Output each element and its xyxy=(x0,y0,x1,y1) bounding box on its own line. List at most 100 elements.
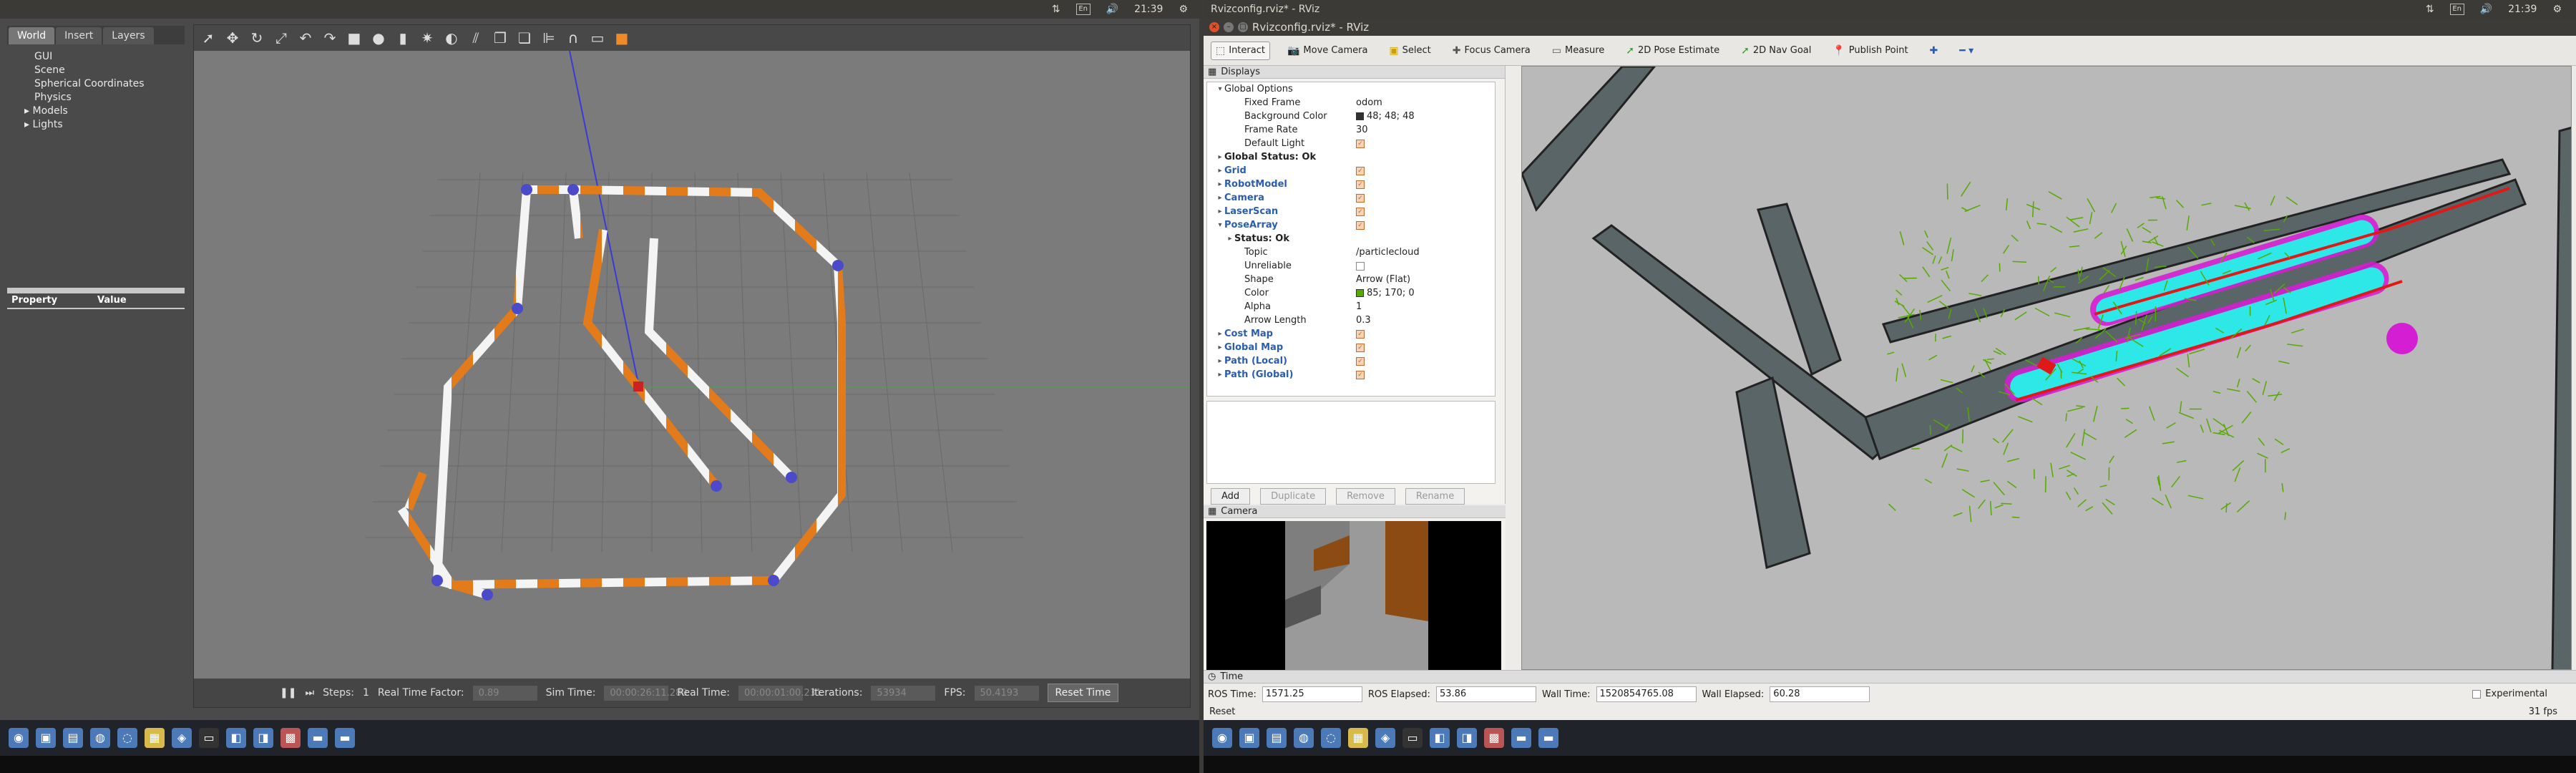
unreliable-checkbox[interactable] xyxy=(1356,261,1365,271)
copy-icon[interactable]: ❐ xyxy=(492,29,509,47)
mesh-icon[interactable]: ▭ xyxy=(589,29,606,47)
duplicate-button[interactable]: Duplicate xyxy=(1260,488,1327,505)
display-row[interactable]: ▸ Grid ✓ xyxy=(1207,164,1495,178)
expand-arrow-icon[interactable]: ▸ xyxy=(1216,341,1224,354)
wall-elapsed-field[interactable]: 60.28 xyxy=(1770,686,1870,702)
expand-arrow-icon[interactable]: ▸ xyxy=(1216,191,1224,205)
tree-item-spherical-coordinates[interactable]: Spherical Coordinates xyxy=(17,77,175,91)
volume-icon[interactable]: 🔊 xyxy=(2480,4,2492,15)
tool-menu-button[interactable]: ━ ▾ xyxy=(1955,42,1978,59)
display-value[interactable]: odom xyxy=(1356,96,1382,110)
display-row[interactable]: Arrow Length 0.3 xyxy=(1207,313,1495,327)
enabled-checkbox[interactable]: ✓ xyxy=(1356,207,1365,216)
app-icon[interactable]: ▩ xyxy=(280,728,301,748)
menu-icon[interactable]: ◉ xyxy=(9,728,29,748)
display-row[interactable]: Color 85; 170; 0 xyxy=(1207,286,1495,300)
minimize-icon[interactable]: – xyxy=(1224,22,1234,32)
display-row[interactable]: ▸ Cost Map ✓ xyxy=(1207,327,1495,341)
clock[interactable]: 21:39 xyxy=(2508,4,2537,15)
gazebo-3d-view[interactable]: ➚ ✥ ↻ ⤢ ↶ ↷ ■ ● ▮ ✷ ◐ ⫽ ❐ ❏ ⊫ ∩ ▭ ■ ❚❚ ⏭… xyxy=(193,24,1191,708)
move-camera-tool[interactable]: 📷 Move Camera xyxy=(1283,42,1372,59)
publish-point-tool[interactable]: 📍 Publish Point xyxy=(1828,42,1912,59)
select-arrow-icon[interactable]: ➚ xyxy=(200,29,217,47)
pose-estimate-tool[interactable]: ➚ 2D Pose Estimate xyxy=(1621,42,1724,59)
display-row[interactable]: Fixed Frame odom xyxy=(1207,96,1495,110)
enabled-checkbox[interactable]: ✓ xyxy=(1356,356,1365,366)
app-icon[interactable]: ▦ xyxy=(1348,728,1368,748)
wall-time-field[interactable]: 1520854765.08 xyxy=(1596,686,1697,702)
app-icon[interactable]: ◌ xyxy=(117,728,137,748)
browser-icon[interactable]: ◍ xyxy=(1294,728,1314,748)
display-row[interactable]: ▸ Camera ✓ xyxy=(1207,191,1495,205)
tab-insert[interactable]: Insert xyxy=(56,27,102,44)
undo-icon[interactable]: ↶ xyxy=(297,29,314,47)
expand-arrow-icon[interactable]: ▸ xyxy=(24,105,32,117)
display-row[interactable]: Unreliable xyxy=(1207,259,1495,273)
app-icon[interactable]: ◧ xyxy=(226,728,246,748)
pause-icon[interactable]: ❚❚ xyxy=(280,687,296,699)
add-tool-button[interactable]: ✚ xyxy=(1926,42,1943,59)
ros-elapsed-field[interactable]: 53.86 xyxy=(1435,686,1536,702)
browser-icon[interactable]: ◍ xyxy=(90,728,110,748)
terminal-icon[interactable]: ▭ xyxy=(199,728,219,748)
paste-icon[interactable]: ❏ xyxy=(516,29,533,47)
expand-arrow-icon[interactable]: ▸ xyxy=(24,119,32,130)
experimental-checkbox[interactable] xyxy=(2472,689,2482,699)
app-icon[interactable]: ◨ xyxy=(1457,728,1477,748)
spot-light-icon[interactable]: ◐ xyxy=(443,29,460,47)
settings-gear-icon[interactable]: ⚙ xyxy=(1179,4,1188,15)
scale-icon[interactable]: ⤢ xyxy=(273,29,290,47)
interact-tool[interactable]: ⬚ Interact xyxy=(1211,41,1270,60)
enabled-checkbox[interactable]: ✓ xyxy=(1356,370,1365,379)
tree-item-lights[interactable]: ▸ Lights xyxy=(17,118,175,132)
color-swatch[interactable] xyxy=(1356,112,1364,120)
reset-button[interactable]: Reset xyxy=(1209,706,1235,717)
enabled-checkbox[interactable]: ✓ xyxy=(1356,180,1365,189)
display-row[interactable]: ▸ Global Map ✓ xyxy=(1207,341,1495,354)
display-row[interactable]: ▸ LaserScan ✓ xyxy=(1207,205,1495,218)
app-icon[interactable]: ▦ xyxy=(145,728,165,748)
gazebo-scene[interactable] xyxy=(194,51,1190,681)
keyboard-layout-indicator[interactable]: En xyxy=(1075,4,1091,15)
experimental-option[interactable]: Experimental xyxy=(2472,689,2547,699)
display-value[interactable]: 0.3 xyxy=(1356,313,1371,327)
rotate-icon[interactable]: ↻ xyxy=(248,29,265,47)
display-row[interactable]: Frame Rate 30 xyxy=(1207,123,1495,137)
menu-icon[interactable]: ◉ xyxy=(1212,728,1232,748)
display-row[interactable]: ▾ Global Options xyxy=(1207,82,1495,96)
settings-gear-icon[interactable]: ⚙ xyxy=(2552,4,2562,15)
display-row[interactable]: ▸ Path (Local) ✓ xyxy=(1207,354,1495,368)
measure-tool[interactable]: ▭ Measure xyxy=(1548,42,1609,59)
color-swatch[interactable] xyxy=(1356,289,1364,297)
sphere-shape-icon[interactable]: ● xyxy=(370,29,387,47)
display-value[interactable]: 85; 170; 0 xyxy=(1367,286,1415,300)
display-value[interactable]: 1 xyxy=(1356,300,1362,313)
enabled-checkbox[interactable]: ✓ xyxy=(1356,166,1365,175)
directional-light-icon[interactable]: ⫽ xyxy=(467,29,484,47)
expand-arrow-icon[interactable]: ▸ xyxy=(1216,354,1224,368)
tree-item-scene[interactable]: Scene xyxy=(17,64,175,77)
expand-arrow-icon[interactable]: ▾ xyxy=(1216,218,1224,232)
expand-arrow-icon[interactable]: ▸ xyxy=(1216,327,1224,341)
nav-goal-tool[interactable]: ➚ 2D Nav Goal xyxy=(1737,42,1815,59)
expand-arrow-icon[interactable]: ▾ xyxy=(1216,82,1224,96)
align-icon[interactable]: ⊫ xyxy=(540,29,557,47)
display-row[interactable]: ▸ Global Status: Ok xyxy=(1207,150,1495,164)
ros-time-field[interactable]: 1571.25 xyxy=(1262,686,1362,702)
display-row[interactable]: Shape Arrow (Flat) xyxy=(1207,273,1495,286)
steps-value[interactable]: 1 xyxy=(363,687,369,699)
display-row[interactable]: ▸ Status: Ok xyxy=(1207,232,1495,245)
app-icon[interactable]: ◨ xyxy=(253,728,273,748)
expand-arrow-icon[interactable]: ▸ xyxy=(1216,164,1224,178)
translate-icon[interactable]: ✥ xyxy=(224,29,241,47)
tab-layers[interactable]: Layers xyxy=(103,27,154,44)
cylinder-shape-icon[interactable]: ▮ xyxy=(394,29,411,47)
enabled-checkbox[interactable]: ✓ xyxy=(1356,193,1365,203)
app-icon[interactable]: ◌ xyxy=(1321,728,1341,748)
rename-button[interactable]: Rename xyxy=(1405,488,1465,505)
tab-world[interactable]: World xyxy=(9,27,55,44)
volume-icon[interactable]: 🔊 xyxy=(1106,4,1118,15)
terminal-icon[interactable]: ▭ xyxy=(1402,728,1423,748)
step-icon[interactable]: ⏭ xyxy=(305,687,314,699)
close-icon[interactable]: × xyxy=(1209,22,1219,32)
